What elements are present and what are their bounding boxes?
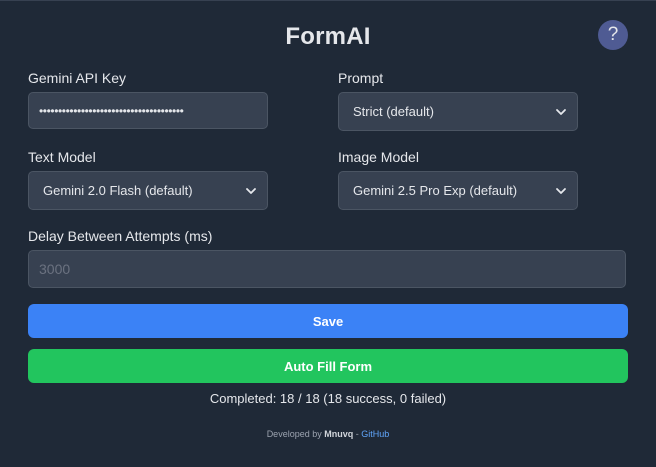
- image-model-label: Image Model: [338, 149, 419, 165]
- delay-placeholder: 3000: [39, 261, 71, 277]
- text-model-selected-value: Gemini 2.0 Flash (default): [43, 183, 193, 198]
- delay-label: Delay Between Attempts (ms): [28, 228, 213, 244]
- prompt-label: Prompt: [338, 70, 384, 86]
- formai-panel: FormAI ? Gemini API Key ••••••••••••••••…: [0, 0, 656, 467]
- chevron-down-icon: [245, 185, 257, 197]
- footer-separator: -: [355, 429, 359, 439]
- api-key-label: Gemini API Key: [28, 70, 127, 86]
- help-button[interactable]: ?: [598, 20, 628, 50]
- auto-fill-button[interactable]: Auto Fill Form: [28, 349, 628, 383]
- chevron-down-icon: [555, 106, 567, 118]
- image-model-selected-value: Gemini 2.5 Pro Exp (default): [353, 183, 518, 198]
- prompt-select[interactable]: Strict (default): [338, 92, 578, 131]
- image-model-select[interactable]: Gemini 2.5 Pro Exp (default): [338, 171, 578, 210]
- footer: Developed by Mnuvq - GitHub: [0, 429, 656, 439]
- app-title: FormAI: [285, 23, 371, 50]
- footer-author: Mnuvq: [324, 429, 354, 439]
- save-button[interactable]: Save: [28, 304, 628, 338]
- api-key-input[interactable]: ••••••••••••••••••••••••••••••••••••••: [28, 92, 268, 129]
- chevron-down-icon: [555, 185, 567, 197]
- text-model-label: Text Model: [28, 149, 96, 165]
- delay-input[interactable]: 3000: [28, 250, 626, 288]
- question-mark-icon: ?: [607, 24, 619, 45]
- prompt-selected-value: Strict (default): [353, 104, 434, 119]
- github-link[interactable]: GitHub: [361, 429, 389, 439]
- footer-prefix: Developed by: [266, 429, 322, 439]
- text-model-select[interactable]: Gemini 2.0 Flash (default): [28, 171, 268, 210]
- completion-status: Completed: 18 / 18 (18 success, 0 failed…: [209, 391, 447, 406]
- api-key-masked-value: ••••••••••••••••••••••••••••••••••••••: [39, 103, 184, 118]
